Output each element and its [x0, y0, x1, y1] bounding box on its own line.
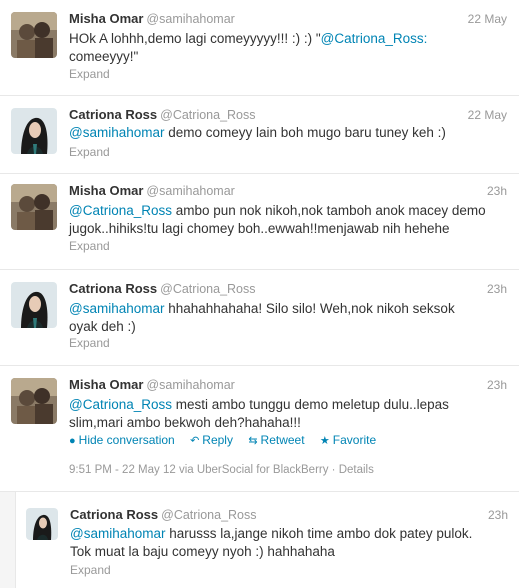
- speech-bubble-icon: ●: [69, 435, 76, 447]
- tweet-item[interactable]: Catriona Ross @Catriona_Ross 22 May @sami…: [0, 96, 519, 174]
- hide-conversation-button[interactable]: ● Hide conversation: [69, 433, 175, 447]
- user-name[interactable]: Misha Omar: [69, 377, 143, 392]
- user-handle[interactable]: @Catriona_Ross: [160, 108, 255, 122]
- reply-button[interactable]: ↶ Reply: [190, 433, 233, 447]
- avatar[interactable]: [11, 12, 57, 58]
- tweet-text: @samihahomar demo comeyy lain boh mugo b…: [69, 125, 446, 140]
- expand-link[interactable]: Expand: [69, 145, 110, 160]
- mention-link[interactable]: @Catriona_Ross: [321, 31, 424, 46]
- user-handle[interactable]: @samihahomar: [146, 12, 234, 26]
- timestamp[interactable]: 23h: [487, 280, 507, 298]
- retweet-icon: ⇆: [248, 435, 258, 447]
- expand-link[interactable]: Expand: [69, 239, 110, 254]
- tweet-item-expanded[interactable]: Misha Omar @samihahomar 23h @Catriona_Ros…: [0, 366, 519, 492]
- tweet-text: @samihahomar hhahahhahaha! Silo silo! We…: [69, 301, 455, 334]
- user-handle[interactable]: @samihahomar: [146, 378, 234, 392]
- tweet-item[interactable]: Catriona Ross @Catriona_Ross 23h @samihah…: [15, 492, 519, 588]
- timestamp[interactable]: 23h: [488, 506, 508, 524]
- mention-link[interactable]: @samihahomar: [69, 125, 165, 140]
- avatar[interactable]: [11, 378, 57, 424]
- mention-link[interactable]: @Catriona_Ross: [69, 203, 172, 218]
- user-name[interactable]: Catriona Ross: [69, 107, 157, 122]
- user-handle[interactable]: @samihahomar: [146, 184, 234, 198]
- user-handle[interactable]: @Catriona_Ross: [160, 282, 255, 296]
- star-icon: ★: [319, 435, 330, 447]
- tweet-text: @samihahomar harusss la,jange nikoh time…: [70, 526, 473, 559]
- conversation-reply-area: Catriona Ross @Catriona_Ross 23h @samihah…: [0, 492, 519, 588]
- avatar[interactable]: [26, 508, 58, 540]
- user-name[interactable]: Catriona Ross: [70, 507, 158, 522]
- expand-link[interactable]: Expand: [69, 67, 110, 82]
- user-name[interactable]: Misha Omar: [69, 11, 143, 26]
- reply-arrow-icon: ↶: [190, 435, 200, 447]
- tweet-item[interactable]: Catriona Ross @Catriona_Ross 23h @samihah…: [0, 270, 519, 366]
- tweet-details[interactable]: 9:51 PM - 22 May 12 via UberSocial for B…: [69, 463, 374, 478]
- timestamp[interactable]: 23h: [487, 182, 507, 200]
- mention-link[interactable]: @samihahomar: [70, 526, 166, 541]
- user-handle[interactable]: @Catriona_Ross: [161, 508, 256, 522]
- tweet-text: HOk A lohhh,demo lagi comeyyyyy!!! :) :)…: [69, 31, 428, 64]
- avatar[interactable]: [11, 184, 57, 230]
- mention-link[interactable]: @samihahomar: [69, 301, 165, 316]
- tweet-item[interactable]: Misha Omar @samihahomar 23h @Catriona_Ros…: [0, 174, 519, 270]
- retweet-button[interactable]: ⇆ Retweet: [248, 433, 304, 447]
- timestamp[interactable]: 23h: [487, 376, 507, 394]
- tweet-actions: ● Hide conversation ↶ Reply ⇆ Retweet ★ Favo…: [69, 433, 388, 449]
- timestamp[interactable]: 22 May: [468, 106, 507, 124]
- mention-link[interactable]: @Catriona_Ross: [69, 397, 172, 412]
- user-name[interactable]: Catriona Ross: [69, 281, 157, 296]
- timestamp[interactable]: 22 May: [468, 10, 507, 28]
- tweet-text: @Catriona_Ross ambo pun nok nikoh,nok ta…: [69, 203, 486, 236]
- avatar[interactable]: [11, 282, 57, 328]
- favorite-button[interactable]: ★ Favorite: [320, 433, 376, 447]
- tweet-item[interactable]: Misha Omar @samihahomar 22 May HOk A lohh…: [0, 0, 519, 96]
- user-name[interactable]: Misha Omar: [69, 183, 143, 198]
- tweet-text: @Catriona_Ross mesti ambo tunggu demo me…: [69, 397, 449, 430]
- expand-link[interactable]: Expand: [70, 563, 111, 578]
- expand-link[interactable]: Expand: [69, 336, 110, 351]
- avatar[interactable]: [11, 108, 57, 154]
